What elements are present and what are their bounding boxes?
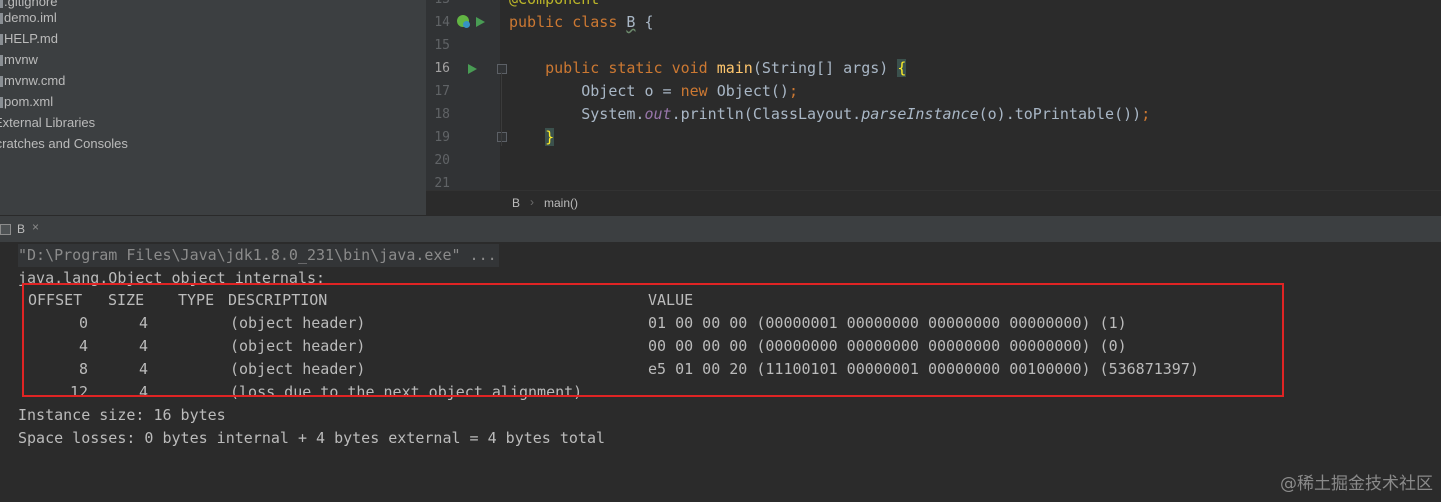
line-number: 15 [434,38,450,53]
console-output[interactable]: "D:\Program Files\Java\jdk1.8.0_231\bin\… [0,242,1441,502]
console-header-line: java.lang.Object object internals: [18,269,326,287]
fold-close-icon[interactable] [497,132,507,142]
line-number: 13 [426,0,450,11]
breadcrumb-class[interactable]: B [512,196,520,210]
cell-description: (object header) [230,360,366,378]
static-field-token: out [644,105,672,123]
close-icon[interactable]: × [32,220,39,234]
code-token: System. [581,105,645,123]
spring-bean-icon[interactable] [457,15,470,28]
cell-offset: 8 [78,360,88,378]
matched-brace: } [545,128,555,146]
instance-size-line: Instance size: 16 bytes [18,406,226,424]
cell-value: 01 00 00 00 (00000001 00000000 00000000 … [648,314,1127,332]
matched-brace: { [897,59,907,77]
watermark: @稀土掘金技术社区 [1280,474,1433,494]
console-command-line: "D:\Program Files\Java\jdk1.8.0_231\bin\… [18,244,499,267]
keyword-token: new [680,82,708,100]
file-icon [0,55,3,66]
indent-guide [501,72,502,146]
line-number: 18 [434,107,450,122]
code-token: .println(ClassLayout. [671,105,862,123]
code-line-17: Object o = new Object(); [509,80,798,103]
cell-size: 4 [138,360,148,378]
tree-item-label: demo.iml [4,10,57,25]
cell-description: (object header) [230,314,366,332]
keyword-token: void [671,59,708,77]
file-icon [0,34,3,45]
keyword-token: public [509,13,564,31]
column-header-offset: OFFSET [28,291,83,309]
code-line-18: System.out.println(ClassLayout.parseInst… [509,103,1150,126]
line-number: 14 [434,15,450,30]
line-number: 19 [434,130,450,145]
tree-item-label: External Libraries [0,115,96,130]
line-number: 17 [434,84,450,99]
fold-open-icon[interactable] [497,64,507,74]
cell-offset: 0 [78,314,88,332]
code-token: (o).toPrintable()) [978,105,1142,123]
cell-value: e5 01 00 20 (11100101 00000001 00000000 … [648,360,1199,378]
semicolon-token: ; [788,82,798,100]
code-line-16: public static void main(String[] args) { [509,57,907,80]
semicolon-token: ; [1141,105,1151,123]
tree-item-label: mvnw [4,52,38,67]
cell-description: (loss due to the next object alignment) [230,383,583,401]
cell-size: 4 [138,383,148,401]
line-number: 16 [434,61,450,76]
keyword-token: public [545,59,600,77]
cell-description: (object header) [230,337,366,355]
code-line-14: public class B { [509,11,654,34]
code-token: Object() [707,82,789,100]
code-token: (String[] args) [752,59,898,77]
space-losses-line: Space losses: 0 bytes internal + 4 bytes… [18,429,605,447]
column-header-size: SIZE [108,291,145,309]
run-main-icon[interactable] [468,64,477,74]
method-name-token: main [716,59,753,77]
file-icon [0,97,3,108]
file-icon [0,0,3,8]
code-token: Object o = [581,82,681,100]
code-line-13: @Component [509,0,599,11]
run-class-icon[interactable] [476,17,485,27]
code-editor[interactable]: 13 14 15 16 17 18 19 20 21 @Component pu… [426,0,1441,215]
keyword-token: static [608,59,663,77]
breadcrumb: B › main() [426,190,1441,215]
tree-item-label: Scratches and Consoles [0,136,128,151]
run-config-icon [0,224,11,235]
file-icon [0,76,3,87]
cell-size: 4 [138,314,148,332]
tree-item-label: HELP.md [4,31,58,46]
annotation-token: @Component [509,0,599,8]
code-token: { [635,13,654,31]
breadcrumb-method[interactable]: main() [544,196,578,210]
column-header-type: TYPE [178,291,215,309]
static-method-token: parseInstance [861,105,979,123]
column-header-value: VALUE [648,291,694,309]
chevron-right-icon: › [530,195,534,209]
cell-offset: 12 [69,383,88,401]
code-line-19: } [509,126,555,149]
keyword-token: class [572,13,618,31]
editor-gutter: 13 14 15 16 17 18 19 20 21 [426,0,507,191]
run-tool-window-header: B × [0,215,1441,243]
tree-item-label: pom.xml [4,94,54,109]
cell-size: 4 [138,337,148,355]
project-tree: .gitignore demo.iml HELP.md mvnw mvnw.cm… [0,0,426,215]
cell-value: 00 00 00 00 (00000000 00000000 00000000 … [648,337,1127,355]
file-icon [0,13,3,24]
tree-item-label: mvnw.cmd [4,73,66,88]
run-tab-label[interactable]: B [17,222,25,236]
line-number: 20 [434,153,450,168]
column-header-description: DESCRIPTION [228,291,328,309]
cell-offset: 4 [78,337,88,355]
